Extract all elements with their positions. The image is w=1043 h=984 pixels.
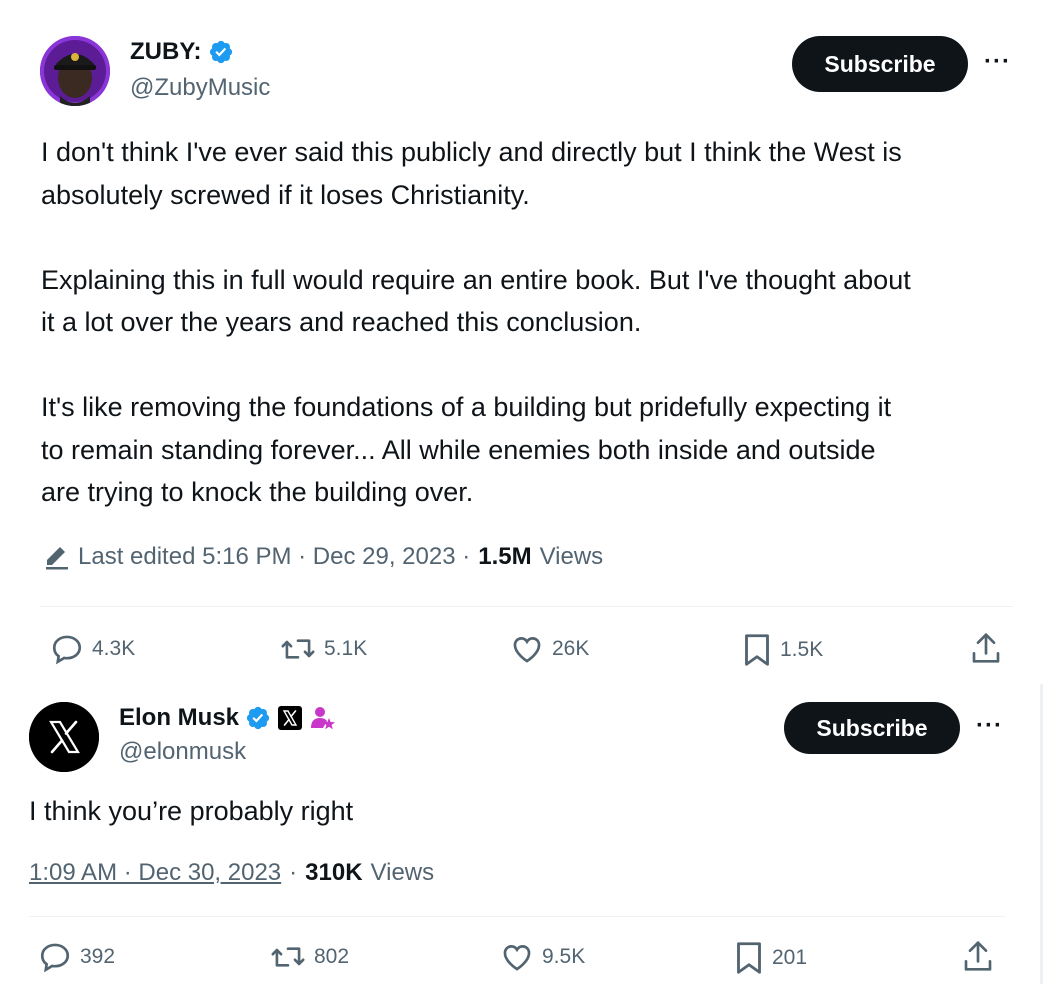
repost-count: 802 xyxy=(314,945,350,968)
views-count: 310K xyxy=(305,859,363,886)
reply-button[interactable]: 392 xyxy=(38,940,115,974)
share-icon xyxy=(964,941,992,971)
like-count: 26K xyxy=(552,637,590,660)
reply-icon xyxy=(40,943,70,973)
share-icon xyxy=(972,633,1000,663)
edit-pencil-icon xyxy=(46,547,68,570)
verified-badge-icon[interactable] xyxy=(245,705,271,731)
bookmark-icon xyxy=(745,634,769,666)
bookmark-count: 201 xyxy=(772,946,808,969)
author-handle[interactable]: @elonmusk xyxy=(119,738,246,766)
verified-badge-icon[interactable] xyxy=(208,39,234,65)
like-count: 9.5K xyxy=(542,945,586,968)
avatar[interactable] xyxy=(29,702,99,772)
heart-icon xyxy=(513,637,541,663)
like-button[interactable]: 26K xyxy=(510,632,589,666)
repost-count: 5.1K xyxy=(324,637,368,660)
repost-icon xyxy=(281,639,315,659)
author-name-row[interactable]: Elon Musk xyxy=(119,704,337,732)
bookmark-button[interactable]: 201 xyxy=(734,940,807,976)
x-logo-icon xyxy=(29,702,99,772)
subscribe-button[interactable]: Subscribe xyxy=(784,702,960,754)
tweet-meta: Last edited 5:16 PM · Dec 29, 2023 · 1.5… xyxy=(44,543,603,571)
tweet-meta: 1:09 AM · Dec 30, 2023 · 310K Views xyxy=(29,859,434,887)
more-options-icon[interactable]: ··· xyxy=(984,48,1011,76)
author-handle[interactable]: @ZubyMusic xyxy=(130,74,270,102)
reply-count: 4.3K xyxy=(92,637,136,660)
tweet-elon: Elon Musk @elonmusk Subscribe ··· I thin… xyxy=(0,684,1035,984)
views-label: Views xyxy=(370,859,435,886)
x-affiliate-badge-icon[interactable] xyxy=(277,705,303,731)
avatar-image xyxy=(40,36,110,106)
reply-icon xyxy=(52,635,82,665)
like-button[interactable]: 9.5K xyxy=(500,940,585,974)
views-count: 1.5M xyxy=(478,543,532,570)
views-label: Views xyxy=(539,543,604,570)
subscribe-button[interactable]: Subscribe xyxy=(792,36,968,92)
tweet-text: I think you’re probably right xyxy=(29,796,354,826)
share-button[interactable] xyxy=(970,630,1002,666)
divider xyxy=(29,916,1005,917)
avatar[interactable] xyxy=(40,36,110,106)
bookmark-button[interactable]: 1.5K xyxy=(742,632,823,668)
reply-button[interactable]: 4.3K xyxy=(50,632,135,666)
meta-separator: · xyxy=(289,859,298,886)
timestamp-link[interactable]: 1:09 AM · Dec 30, 2023 xyxy=(29,859,281,887)
bookmark-icon xyxy=(737,942,761,974)
repost-button[interactable]: 802 xyxy=(270,940,349,974)
reply-count: 392 xyxy=(80,945,116,968)
tweet-text: I don't think I've ever said this public… xyxy=(41,137,911,507)
bookmark-count: 1.5K xyxy=(780,638,824,661)
author-name-row[interactable]: ZUBY: xyxy=(130,38,234,66)
divider xyxy=(40,606,1013,607)
author-name[interactable]: ZUBY: xyxy=(130,38,202,66)
author-name[interactable]: Elon Musk xyxy=(119,704,239,732)
heart-icon xyxy=(503,945,531,971)
more-options-icon[interactable]: ··· xyxy=(976,712,1003,740)
subscriber-badge-icon[interactable] xyxy=(309,704,337,732)
repost-button[interactable]: 5.1K xyxy=(280,632,367,666)
share-button[interactable] xyxy=(962,938,994,974)
tweet-zuby: ZUBY: @ZubyMusic Subscribe ··· I don't t… xyxy=(0,0,1043,684)
edited-label[interactable]: Last edited 5:16 PM · Dec 29, 2023 · xyxy=(78,543,470,571)
repost-icon xyxy=(271,947,305,967)
